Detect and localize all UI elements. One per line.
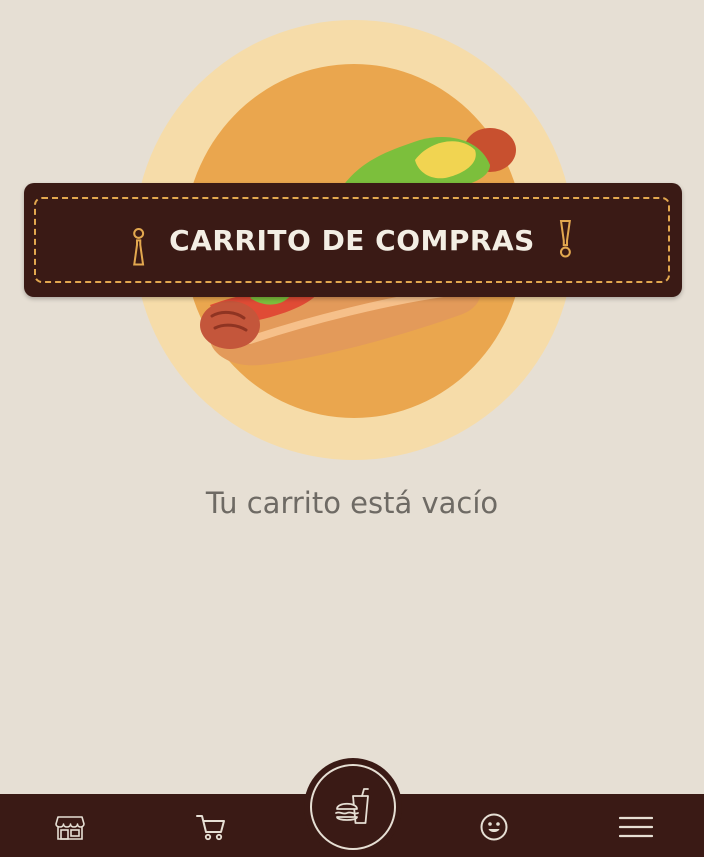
menu-center-button[interactable] [304, 758, 402, 856]
smiley-icon [480, 813, 508, 841]
menu-burger-drink-icon [335, 788, 369, 824]
nav-cart-button[interactable] [191, 809, 231, 845]
close-exclamation-mark: ! [554, 212, 577, 268]
cart-title-banner: ¡ CARRITO DE COMPRAS ! [24, 183, 682, 297]
nav-profile-button[interactable] [474, 809, 514, 845]
cart-icon [196, 815, 225, 841]
nav-store-button[interactable] [50, 809, 90, 845]
hero-illustration: ¡ CARRITO DE COMPRAS ! [0, 0, 704, 470]
banner-dashed-frame: ¡ CARRITO DE COMPRAS ! [34, 197, 670, 283]
hamburger-menu-icon [619, 816, 653, 838]
menu-button-ring [310, 764, 396, 850]
page-title: CARRITO DE COMPRAS [169, 223, 535, 257]
nav-menu-button[interactable] [616, 809, 656, 845]
empty-cart-message: Tu carrito está vacío [205, 486, 499, 520]
store-icon [55, 816, 85, 840]
open-exclamation-mark: ¡ [127, 212, 150, 268]
